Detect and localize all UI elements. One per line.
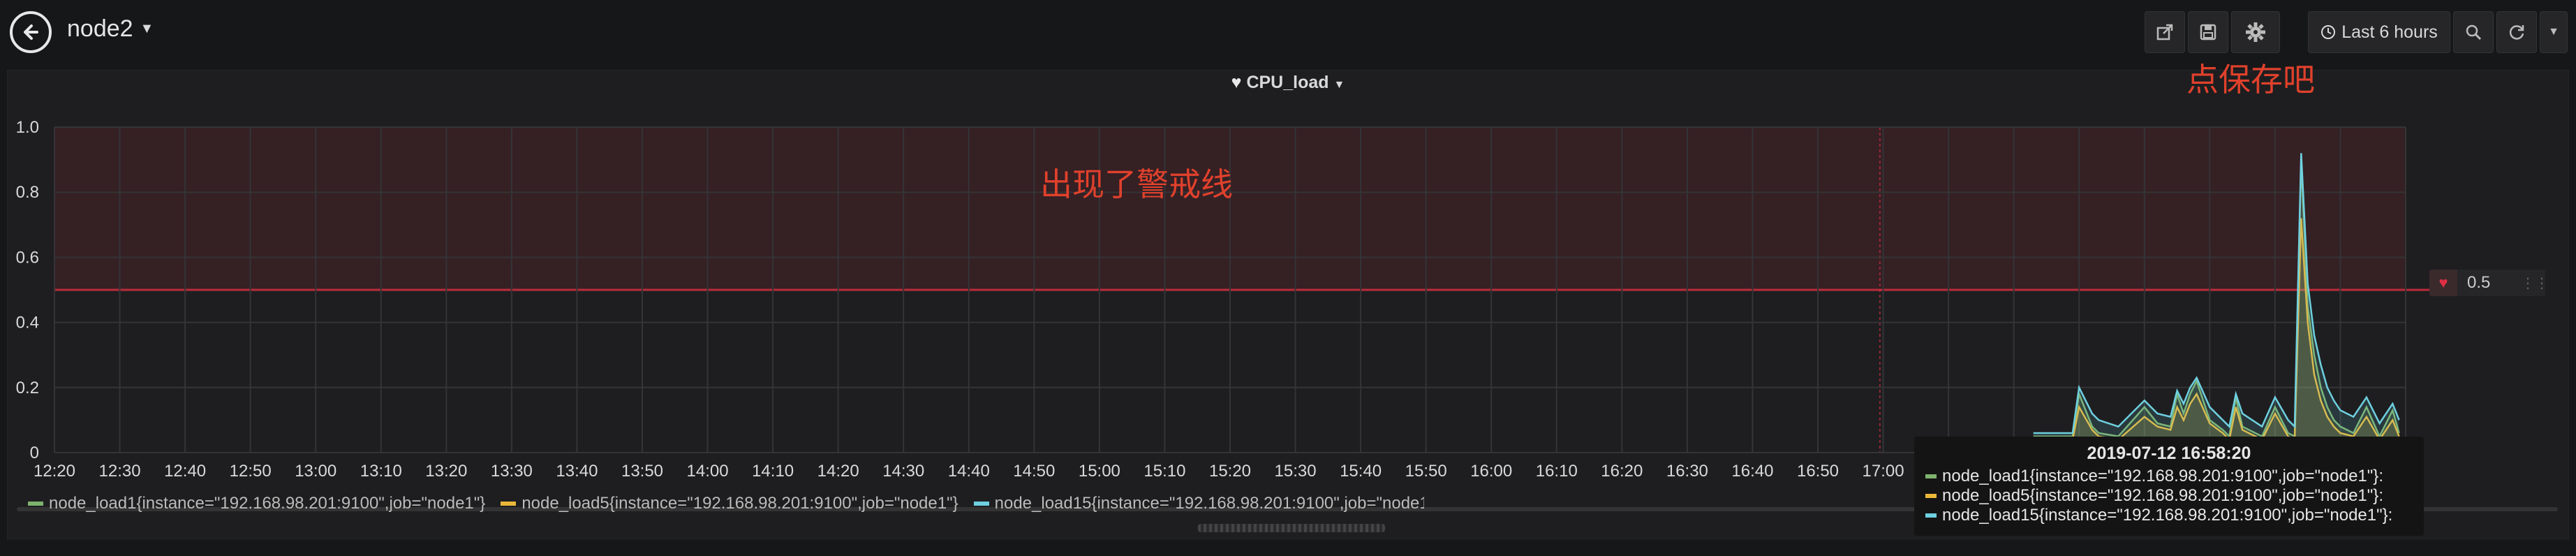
x-tick-label: 12:40 <box>164 462 206 481</box>
x-tick-label: 13:30 <box>491 462 533 481</box>
threshold-value[interactable]: 0.5 <box>2457 270 2524 296</box>
y-tick-label: 0.6 <box>16 248 39 267</box>
x-tick-label: 14:10 <box>752 462 794 481</box>
x-tick-label: 14:30 <box>882 462 924 481</box>
x-tick-label: 14:50 <box>1013 462 1055 481</box>
x-tick-label: 12:20 <box>34 462 75 481</box>
x-tick-label: 16:20 <box>1601 462 1643 481</box>
x-tick-label: 15:20 <box>1209 462 1251 481</box>
y-tick-label: 1.0 <box>16 118 39 137</box>
hover-tooltip: 2019-07-12 16:58:20 node_load1{instance=… <box>1914 437 2424 536</box>
x-tick-label: 16:30 <box>1666 462 1708 481</box>
x-tick-label: 16:00 <box>1470 462 1512 481</box>
x-tick-label: 16:10 <box>1536 462 1578 481</box>
legend-swatch <box>973 502 989 506</box>
tooltip-row-label: node_load1{instance="192.168.98.201:9100… <box>1942 467 2383 485</box>
y-tick-label: 0.8 <box>16 183 39 202</box>
tooltip-swatch <box>1925 474 1937 478</box>
x-tick-label: 16:50 <box>1797 462 1839 481</box>
x-tick-label: 13:40 <box>556 462 598 481</box>
legend-swatch <box>501 502 517 506</box>
tooltip-swatch <box>1925 494 1937 498</box>
graph-legend: node_load1{instance="192.168.98.201:9100… <box>28 493 1424 514</box>
legend-item[interactable]: node_load15{instance="192.168.98.201:910… <box>973 493 1424 514</box>
x-tick-label: 14:40 <box>948 462 990 481</box>
tooltip-time: 2019-07-12 16:58:20 <box>2087 444 2251 463</box>
threshold-heart-icon: ♥ <box>2429 270 2457 296</box>
y-tick-label: 0.4 <box>16 314 39 332</box>
tooltip-swatch <box>1925 513 1937 518</box>
y-tick-label: 0.2 <box>16 379 39 397</box>
x-tick-label: 13:20 <box>425 462 467 481</box>
panel-resize-handle[interactable] <box>1198 524 1385 532</box>
threshold-annotation: 出现了警戒线 <box>1040 166 1233 203</box>
tooltip-row-label: node_load5{instance="192.168.98.201:9100… <box>1942 486 2383 505</box>
legend-item[interactable]: node_load1{instance="192.168.98.201:9100… <box>28 493 485 514</box>
x-tick-label: 14:20 <box>817 462 859 481</box>
x-tick-label: 15:10 <box>1143 462 1185 481</box>
x-tick-label: 17:00 <box>1863 462 1904 481</box>
save-annotation: 点保存吧 <box>2186 61 2315 98</box>
tooltip-row: node_load1{instance="192.168.98.201:9100… <box>1925 467 2413 486</box>
legend-label: node_load1{instance="192.168.98.201:9100… <box>49 494 486 513</box>
x-tick-label: 15:50 <box>1405 462 1447 481</box>
tooltip-row-label: node_load15{instance="192.168.98.201:910… <box>1942 506 2393 525</box>
tooltip-row: node_load15{instance="192.168.98.201:910… <box>1925 506 2413 525</box>
x-tick-label: 13:00 <box>295 462 336 481</box>
threshold-handle[interactable]: ♥ 0.5 ⋮⋮ <box>2429 270 2549 296</box>
y-tick-label: 0 <box>30 444 39 462</box>
tooltip-row: node_load5{instance="192.168.98.201:9100… <box>1925 486 2413 506</box>
x-tick-label: 12:30 <box>99 462 141 481</box>
x-tick-label: 12:50 <box>230 462 272 481</box>
drag-grip-icon[interactable]: ⋮⋮ <box>2521 270 2549 296</box>
x-tick-label: 13:50 <box>621 462 663 481</box>
x-tick-label: 15:40 <box>1340 462 1382 481</box>
x-tick-label: 16:40 <box>1731 462 1773 481</box>
legend-label: node_load5{instance="192.168.98.201:9100… <box>521 494 958 513</box>
x-tick-label: 15:00 <box>1079 462 1120 481</box>
x-tick-label: 13:10 <box>360 462 402 481</box>
legend-swatch <box>28 502 43 506</box>
legend-item[interactable]: node_load5{instance="192.168.98.201:9100… <box>501 493 958 514</box>
x-tick-label: 14:00 <box>687 462 729 481</box>
legend-label: node_load15{instance="192.168.98.201:910… <box>994 494 1424 513</box>
x-tick-label: 15:30 <box>1275 462 1317 481</box>
